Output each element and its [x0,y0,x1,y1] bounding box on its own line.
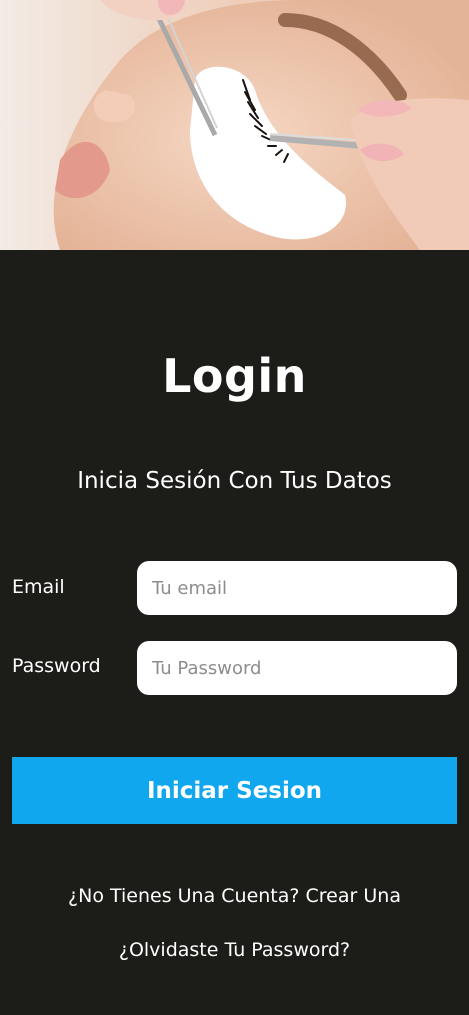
password-label: Password [12,655,101,677]
signup-link[interactable]: ¿No Tienes Una Cuenta? Crear Una [0,885,469,907]
email-label: Email [12,576,65,598]
login-button[interactable]: Iniciar Sesion [12,757,457,824]
forgot-password-link[interactable]: ¿Olvidaste Tu Password? [0,939,469,961]
hero-image [0,0,469,250]
login-panel: Login Inicia Sesión Con Tus Datos Email … [0,250,469,1015]
page-subtitle: Inicia Sesión Con Tus Datos [77,468,392,494]
page-title: Login [162,349,307,403]
email-field[interactable] [137,561,457,615]
password-field[interactable] [137,641,457,695]
eyelash-extension-photo [0,0,469,250]
